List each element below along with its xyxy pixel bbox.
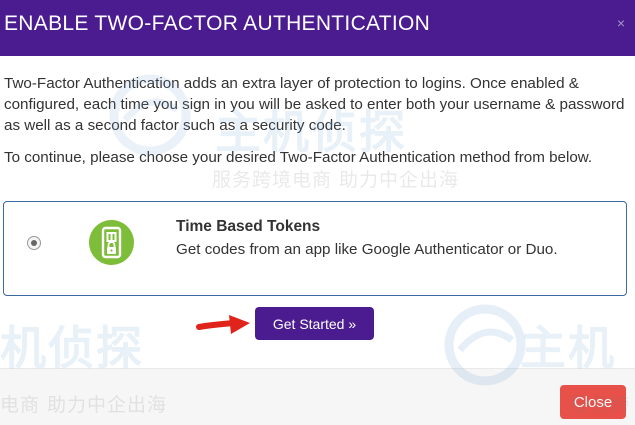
dialog-footer <box>0 368 635 425</box>
authenticator-phone-icon <box>89 220 134 265</box>
dialog-header: ENABLE TWO-FACTOR AUTHENTICATION × <box>0 0 635 56</box>
radio-selected-dot <box>31 240 37 246</box>
option-description: Get codes from an app like Google Authen… <box>176 241 558 258</box>
option-radio[interactable] <box>27 236 41 250</box>
option-time-based-tokens[interactable]: Time Based Tokens Get codes from an app … <box>3 201 627 296</box>
option-title: Time Based Tokens <box>176 218 321 235</box>
dialog-title: ENABLE TWO-FACTOR AUTHENTICATION <box>4 12 431 35</box>
get-started-button[interactable]: Get Started » <box>255 307 374 340</box>
close-button[interactable]: Close <box>560 385 626 419</box>
instruction-text: To continue, please choose your desired … <box>4 149 593 166</box>
intro-text: Two-Factor Authentication adds an extra … <box>4 75 625 134</box>
close-icon[interactable]: × <box>617 16 625 30</box>
red-arrow-icon <box>196 315 250 334</box>
watermark-tagline: 服务跨境电商 助力中企出海 <box>212 169 460 191</box>
